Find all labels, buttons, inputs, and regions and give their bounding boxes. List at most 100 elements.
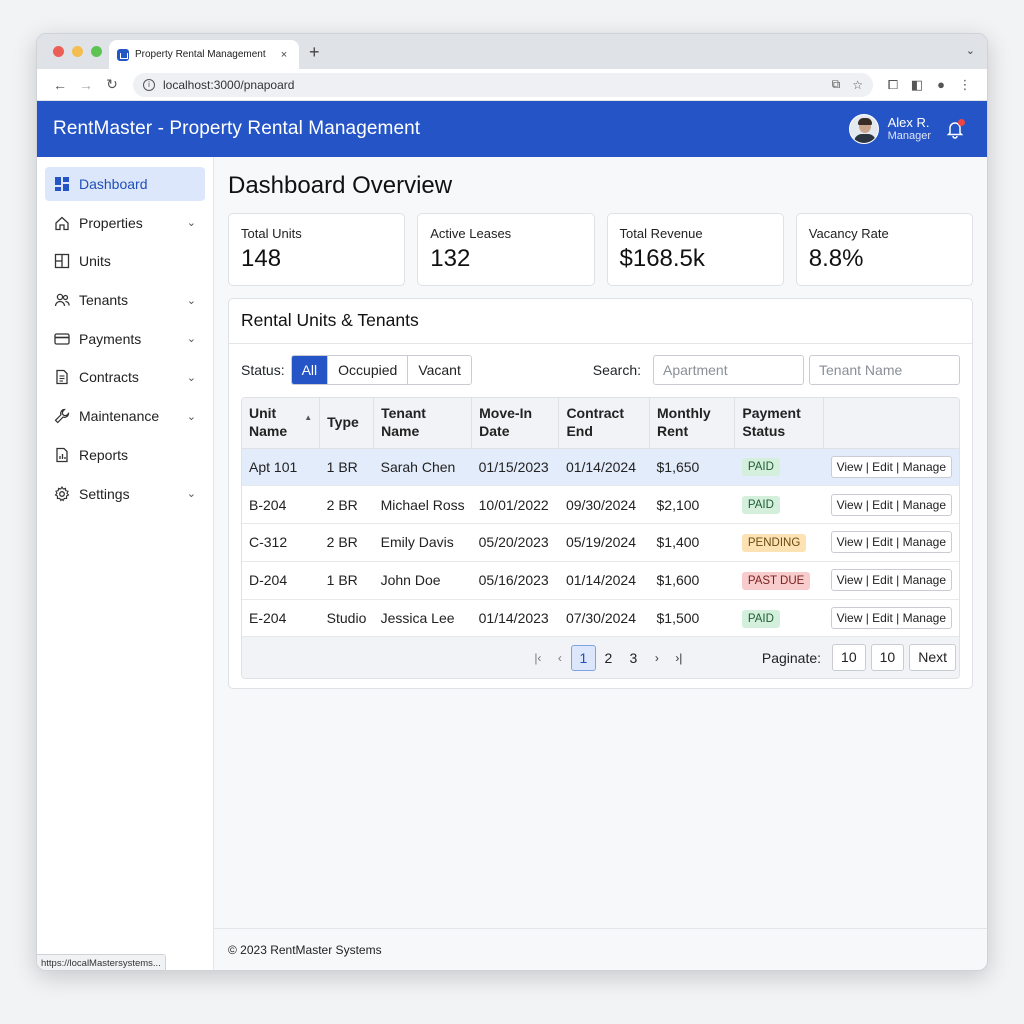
chevron-down-icon[interactable]: ⌄ xyxy=(187,487,196,500)
units-table: ▲ Unit Name Type Tenant Name Move-In Date… xyxy=(241,397,960,680)
url-bar[interactable]: i localhost:3000/pnapoard ⧉ ☆ xyxy=(133,72,873,97)
paginate-label: Paginate: xyxy=(761,649,822,666)
next-button[interactable]: Next xyxy=(909,644,956,672)
back-arrow-icon[interactable]: ← xyxy=(47,77,73,93)
status-bar-url: https://localMastersystems... xyxy=(37,954,166,970)
row-actions-button[interactable]: View | Edit | Manage xyxy=(830,531,952,554)
sidebar-item-properties[interactable]: Properties ⌄ xyxy=(45,206,205,240)
sidebar: Dashboard Properties ⌄ Units Tenants ⌄ P… xyxy=(37,157,214,970)
table-row[interactable]: B-204 2 BR Michael Ross 10/01/2022 09/30… xyxy=(242,485,959,525)
column-header-contract-end[interactable]: Contract End xyxy=(558,398,651,449)
chevron-down-icon[interactable]: ⌄ xyxy=(187,371,196,384)
maximize-window-button[interactable] xyxy=(91,46,102,57)
sidebar-item-units[interactable]: Units xyxy=(45,244,205,278)
apartment-search-input[interactable] xyxy=(653,355,804,385)
site-info-icon[interactable]: i xyxy=(143,78,155,91)
cell-contract-end: 05/19/2024 xyxy=(558,523,650,562)
sort-ascending-icon[interactable]: ▲ xyxy=(304,413,312,423)
sidebar-item-payments[interactable]: Payments ⌄ xyxy=(45,322,205,356)
cell-unit-name: Apt 101 xyxy=(242,448,320,487)
side-panel-icon[interactable]: ◧ xyxy=(905,77,929,93)
first-page-icon[interactable]: |‹ xyxy=(527,651,549,665)
stat-card-active-leases: Active Leases 132 xyxy=(417,213,595,286)
page-number-2[interactable]: 2 xyxy=(596,645,621,671)
user-menu[interactable]: Alex R. Manager xyxy=(848,114,931,144)
table-row[interactable]: E-204 Studio Jessica Lee 01/14/2023 07/3… xyxy=(242,599,959,638)
page-size-button[interactable]: 10 xyxy=(832,644,866,672)
chevron-down-icon[interactable]: ⌄ xyxy=(187,410,196,423)
notification-dot xyxy=(958,119,965,126)
status-filter-vacant[interactable]: Vacant xyxy=(408,356,471,384)
sidebar-item-label: Tenants xyxy=(79,292,129,309)
next-page-icon[interactable]: › xyxy=(646,651,668,665)
sidebar-item-tenants[interactable]: Tenants ⌄ xyxy=(45,283,205,317)
avatar[interactable] xyxy=(848,114,879,144)
install-app-icon[interactable]: ⧉ xyxy=(832,77,841,92)
row-actions-button[interactable]: View | Edit | Manage xyxy=(830,569,952,592)
filter-bar: Status: All Occupied Vacant Search: xyxy=(229,344,972,397)
table-row[interactable]: C-312 2 BR Emily Davis 05/20/2023 05/19/… xyxy=(242,523,959,562)
row-actions-button[interactable]: View | Edit | Manage xyxy=(830,455,952,478)
column-header-move-in-date[interactable]: Move-In Date xyxy=(471,398,560,449)
browser-tab[interactable]: Property Rental Management × xyxy=(109,40,299,69)
table-row[interactable]: D-204 1 BR John Doe 05/16/2023 01/14/202… xyxy=(242,561,959,600)
chevron-down-icon[interactable]: ⌄ xyxy=(187,216,196,229)
chevron-down-icon[interactable]: ⌄ xyxy=(187,332,196,345)
cell-contract-end: 07/30/2024 xyxy=(558,599,650,638)
stat-card-vacancy-rate: Vacancy Rate 8.8% xyxy=(795,213,973,286)
page-number-1[interactable]: 1 xyxy=(570,644,596,671)
cell-move-in-date: 05/20/2023 xyxy=(471,523,559,562)
app-title: RentMaster - Property Rental Management xyxy=(53,118,421,139)
stat-card-total-revenue: Total Revenue $168.5k xyxy=(606,213,784,286)
sidebar-item-dashboard[interactable]: Dashboard xyxy=(45,167,205,201)
browser-menu-icon[interactable]: ⋮ xyxy=(953,77,977,93)
cell-tenant-name: Jessica Lee xyxy=(373,599,472,638)
sidebar-item-label: Maintenance xyxy=(79,408,160,425)
column-header-tenant-name[interactable]: Tenant Name xyxy=(373,398,473,449)
tab-close-button[interactable]: × xyxy=(277,49,291,61)
page-number-3[interactable]: 3 xyxy=(621,645,646,671)
row-actions-button[interactable]: View | Edit | Manage xyxy=(830,607,952,630)
cell-tenant-name: Emily Davis xyxy=(373,523,472,562)
cell-move-in-date: 01/15/2023 xyxy=(471,448,559,487)
cell-type: 2 BR xyxy=(319,485,374,525)
column-header-monthly-rent[interactable]: Monthly Rent xyxy=(649,398,736,449)
cell-tenant-name: John Doe xyxy=(373,561,472,600)
tenant-name-search-input[interactable] xyxy=(809,355,960,385)
footer: © 2023 RentMaster Systems xyxy=(214,928,987,970)
sidebar-item-label: Reports xyxy=(79,446,129,463)
dashboard-icon xyxy=(55,177,69,191)
new-tab-button[interactable]: + xyxy=(309,42,320,63)
forward-arrow-icon[interactable]: → xyxy=(73,77,99,93)
column-header-unit-name[interactable]: ▲ Unit Name xyxy=(242,398,321,449)
table-row[interactable]: Apt 101 1 BR Sarah Chen 01/15/2023 01/14… xyxy=(242,448,959,487)
notification-bell-icon[interactable] xyxy=(945,119,965,139)
chevron-down-icon[interactable]: ⌄ xyxy=(187,294,196,307)
tab-search-chevron-icon[interactable]: ⌄ xyxy=(966,44,975,57)
status-badge: PAID xyxy=(741,609,780,628)
cell-contract-end: 09/30/2024 xyxy=(558,485,650,525)
sidebar-item-reports[interactable]: Reports xyxy=(45,438,205,472)
page-size-select[interactable]: 10 xyxy=(870,644,905,672)
column-header-payment-status[interactable]: Payment Status xyxy=(734,398,825,449)
status-filter-all[interactable]: All xyxy=(291,356,329,384)
cell-move-in-date: 05/16/2023 xyxy=(471,561,559,600)
status-filter-occupied[interactable]: Occupied xyxy=(328,356,409,384)
extensions-icon[interactable]: ⧠ xyxy=(881,77,905,93)
close-window-button[interactable] xyxy=(53,46,64,57)
last-page-icon[interactable]: ›| xyxy=(668,651,690,665)
row-actions-button[interactable]: View | Edit | Manage xyxy=(830,493,952,516)
sidebar-item-contracts[interactable]: Contracts ⌄ xyxy=(45,360,205,394)
reload-icon[interactable]: ↻ xyxy=(99,76,125,93)
stat-label: Vacancy Rate xyxy=(808,226,889,241)
sidebar-item-settings[interactable]: Settings ⌄ xyxy=(45,477,205,511)
browser-window: Property Rental Management × + ⌄ ← → ↻ i… xyxy=(36,33,988,971)
previous-page-icon[interactable]: ‹ xyxy=(549,651,571,665)
cell-contract-end: 01/14/2024 xyxy=(558,561,650,600)
minimize-window-button[interactable] xyxy=(72,46,83,57)
profile-icon[interactable]: ● xyxy=(929,77,953,92)
column-header-type[interactable]: Type xyxy=(319,398,375,449)
bookmark-star-icon[interactable]: ☆ xyxy=(852,78,863,92)
sidebar-item-maintenance[interactable]: Maintenance ⌄ xyxy=(45,399,205,433)
url-text[interactable]: localhost:3000/pnapoard xyxy=(163,78,820,92)
